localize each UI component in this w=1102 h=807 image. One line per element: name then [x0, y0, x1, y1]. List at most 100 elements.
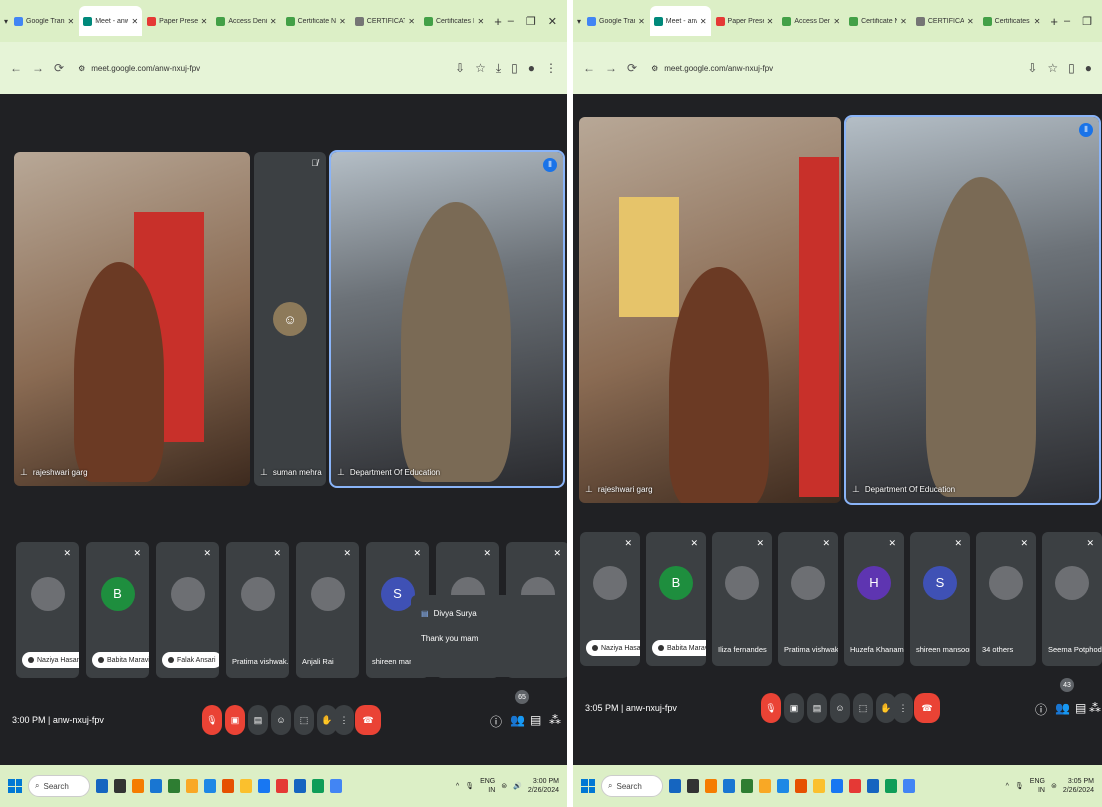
- windows-start-icon[interactable]: [8, 779, 22, 793]
- participant-tile[interactable]: ✕ Pratima vishwak...: [778, 532, 838, 666]
- chat-popover[interactable]: ▤ Divya Surya Thank you mam: [411, 595, 561, 677]
- language-indicator[interactable]: ENG IN: [480, 777, 495, 795]
- whatsapp-icon[interactable]: [741, 779, 753, 793]
- pin-icon[interactable]: ⊥: [337, 467, 345, 478]
- browser-tab[interactable]: Paper Presentat✕: [143, 6, 211, 36]
- chrome-alt-icon[interactable]: [240, 779, 252, 793]
- back-icon[interactable]: ←: [10, 61, 22, 75]
- name-chip[interactable]: Naziya Hasan: [22, 652, 79, 668]
- participant-tile[interactable]: ✕ Falak Ansari: [156, 542, 219, 678]
- chrome-alt-icon[interactable]: [813, 779, 825, 793]
- browser-tab[interactable]: CERTIFICATE-NI✕: [351, 6, 419, 36]
- close-tab-icon[interactable]: ✕: [833, 17, 840, 26]
- wifi-icon[interactable]: ⊜: [501, 782, 507, 790]
- participant-tile[interactable]: ✕ B Babita Maravi: [646, 532, 706, 666]
- youtube-icon[interactable]: [849, 779, 861, 793]
- participant-tile[interactable]: ✕ Naziya Hasan: [580, 532, 640, 666]
- browser-tab[interactable]: Paper Presentat✕: [712, 6, 778, 36]
- mic-tray-icon[interactable]: 🎙: [465, 782, 474, 790]
- chat-icon[interactable]: ▤: [1075, 701, 1086, 715]
- edge-browser-icon[interactable]: [885, 779, 897, 793]
- taskbar-search[interactable]: ⌕ Search: [601, 775, 663, 797]
- browser-tab[interactable]: Certificates NEP✕: [979, 6, 1045, 36]
- chrome-icon[interactable]: [795, 779, 807, 793]
- back-icon[interactable]: ←: [583, 61, 595, 75]
- profile-icon[interactable]: ●: [1085, 61, 1092, 75]
- volume-icon[interactable]: 🔊: [513, 782, 522, 790]
- present-button[interactable]: ⬚: [853, 693, 873, 723]
- people-icon[interactable]: 👥: [510, 713, 525, 727]
- participant-tile[interactable]: 🎙̸ ☺ ⊥ suman mehra: [254, 152, 326, 486]
- reload-icon[interactable]: ⟳: [627, 61, 637, 75]
- participant-tile[interactable]: ✕ Pratima vishwak...: [226, 542, 289, 678]
- participant-tile[interactable]: ✕ Sshireen mansoori: [910, 532, 970, 666]
- emoji-button[interactable]: ☺: [271, 705, 291, 735]
- pin-icon[interactable]: ⊥: [20, 467, 28, 478]
- close-tab-icon[interactable]: ✕: [339, 17, 346, 26]
- activities-icon[interactable]: ⁂: [1089, 701, 1101, 715]
- new-tab-button[interactable]: +: [490, 14, 506, 29]
- install-icon[interactable]: ⇩: [1027, 61, 1037, 75]
- name-chip[interactable]: Falak Ansari: [162, 652, 219, 668]
- taskbar-search[interactable]: ⌕ Search: [28, 775, 90, 797]
- restore-button[interactable]: ❐: [1082, 15, 1092, 28]
- close-tab-icon[interactable]: ✕: [408, 17, 415, 26]
- info-icon[interactable]: ⓘ: [1035, 701, 1047, 718]
- mic-toggle-button[interactable]: 🎙: [202, 705, 222, 735]
- install-icon[interactable]: ⇩: [455, 61, 465, 76]
- chrome-profile-icon[interactable]: [903, 779, 915, 793]
- clock[interactable]: 3:05 PM 2/26/2024: [1063, 777, 1094, 795]
- video-tile[interactable]: ⦀ ⊥ Department Of Education: [329, 150, 565, 488]
- sidepanel-icon[interactable]: ▯: [1068, 61, 1075, 75]
- tab-search-icon[interactable]: ▾: [4, 17, 8, 26]
- close-tab-icon[interactable]: ✕: [131, 17, 138, 26]
- info-icon[interactable]: ⓘ: [490, 713, 502, 730]
- mic-toggle-button[interactable]: 🎙: [761, 693, 781, 723]
- minimize-button[interactable]: –: [1064, 15, 1070, 28]
- pin-icon[interactable]: ⊥: [852, 484, 860, 495]
- task-view-icon[interactable]: [114, 779, 126, 793]
- profile-icon[interactable]: ●: [528, 61, 535, 76]
- participant-tile[interactable]: ✕ B Babita Maravi: [86, 542, 149, 678]
- bookmark-star-icon[interactable]: ☆: [475, 61, 486, 76]
- video-tile[interactable]: ⦀ ⊥ Department Of Education: [844, 115, 1101, 505]
- new-tab-button[interactable]: +: [1046, 14, 1062, 29]
- facebook-icon[interactable]: [831, 779, 843, 793]
- menu-icon[interactable]: ⋮: [545, 61, 557, 76]
- minimize-button[interactable]: –: [508, 15, 514, 28]
- close-tab-icon[interactable]: ✕: [270, 17, 277, 26]
- download-icon[interactable]: ⤓: [496, 61, 501, 76]
- files-icon[interactable]: [705, 779, 717, 793]
- participant-tile[interactable]: ✕ Naziya Hasan: [16, 542, 79, 678]
- more-options-button[interactable]: ⋮: [893, 693, 913, 723]
- restore-button[interactable]: ❐: [526, 15, 536, 28]
- name-chip[interactable]: Naziya Hasan: [586, 640, 640, 656]
- camera-toggle-button[interactable]: ▣: [225, 705, 245, 735]
- participant-tile[interactable]: ✕ H Huzefa Khanam: [844, 532, 904, 666]
- task-view-icon[interactable]: [687, 779, 699, 793]
- tray-chevron-icon[interactable]: ^: [456, 783, 459, 790]
- close-tab-icon[interactable]: ✕: [767, 17, 774, 26]
- site-info-icon[interactable]: ⚙: [651, 64, 658, 73]
- name-chip[interactable]: Babita Maravi: [92, 652, 149, 668]
- browser-tab[interactable]: Certificate NEP✕: [282, 6, 350, 36]
- participant-tile[interactable]: ✕ Anjali Rai: [296, 542, 359, 678]
- close-tab-icon[interactable]: ✕: [967, 17, 974, 26]
- browser-tab[interactable]: Meet - anw✕: [79, 6, 143, 36]
- participant-tile[interactable]: ✕ Seema Potphode: [1042, 532, 1102, 666]
- video-tile[interactable]: ⊥ rajeshwari garg: [14, 152, 250, 486]
- more-options-button[interactable]: ⋮: [334, 705, 354, 735]
- browser-tab[interactable]: Certificates NEP✕: [420, 6, 488, 36]
- whatsapp-icon[interactable]: [168, 779, 180, 793]
- youtube-icon[interactable]: [276, 779, 288, 793]
- edge-browser-icon[interactable]: [312, 779, 324, 793]
- reload-icon[interactable]: ⟳: [54, 61, 64, 75]
- tray-chevron-icon[interactable]: ^: [1006, 783, 1009, 790]
- sidepanel-icon[interactable]: ▯: [511, 61, 518, 76]
- browser-tab[interactable]: Google Translate✕: [10, 6, 78, 36]
- chat-icon[interactable]: ▤: [530, 713, 541, 727]
- edge-icon[interactable]: [723, 779, 735, 793]
- browser-tab[interactable]: Certificate NEP✕: [845, 6, 911, 36]
- close-tab-icon[interactable]: ✕: [477, 17, 484, 26]
- word-icon[interactable]: [294, 779, 306, 793]
